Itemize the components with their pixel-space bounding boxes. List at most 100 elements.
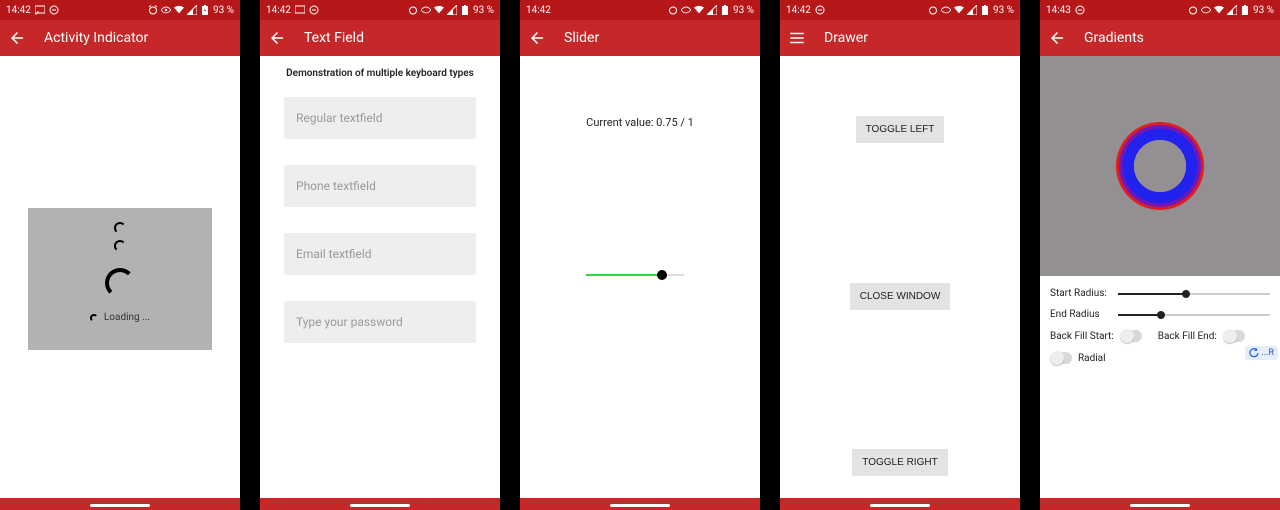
signal-icon bbox=[187, 5, 197, 15]
phone-textfield[interactable]: Phone textfield bbox=[284, 165, 476, 207]
dnd-icon bbox=[309, 5, 319, 15]
eye-icon bbox=[681, 5, 691, 15]
toggle-left-button[interactable]: TOGGLE LEFT bbox=[856, 116, 945, 143]
alarm-icon bbox=[668, 5, 678, 15]
nav-bar bbox=[1040, 498, 1280, 510]
battery-icon bbox=[980, 5, 990, 15]
back-fill-start-label: Back Fill Start: bbox=[1050, 331, 1114, 342]
app-bar: Drawer bbox=[780, 20, 1020, 56]
nav-pill[interactable] bbox=[870, 504, 930, 507]
slider-thumb[interactable] bbox=[1157, 311, 1165, 319]
battery-icon bbox=[460, 5, 470, 15]
wifi-icon bbox=[434, 5, 444, 15]
slider-thumb[interactable] bbox=[657, 270, 667, 280]
back-icon[interactable] bbox=[1048, 29, 1066, 47]
floating-tag[interactable]: ...R bbox=[1245, 346, 1278, 360]
nav-pill[interactable] bbox=[1130, 504, 1190, 507]
dnd-icon bbox=[1075, 5, 1085, 15]
dnd-icon bbox=[49, 5, 59, 15]
menu-icon[interactable] bbox=[788, 29, 806, 47]
refresh-icon bbox=[1249, 348, 1259, 358]
spinner-large-icon bbox=[105, 268, 135, 298]
slider-thumb[interactable] bbox=[1182, 290, 1190, 298]
screen-activity-indicator: 14:42 93 % Activity Indicator Loading ..… bbox=[0, 0, 240, 510]
start-radius-slider[interactable] bbox=[1118, 293, 1270, 295]
spinner-xs-icon bbox=[90, 314, 98, 322]
toggle-right-button[interactable]: TOGGLE RIGHT bbox=[852, 449, 947, 476]
back-fill-end-switch[interactable] bbox=[1223, 330, 1245, 342]
status-bar: 14:42 93 % bbox=[260, 0, 500, 20]
status-time: 14:42 bbox=[266, 5, 291, 16]
app-bar: Slider bbox=[520, 20, 760, 56]
back-icon[interactable] bbox=[528, 29, 546, 47]
slider[interactable] bbox=[586, 274, 684, 276]
battery-percent: 93 % bbox=[473, 5, 494, 16]
signal-icon bbox=[707, 5, 717, 15]
nav-bar bbox=[0, 498, 240, 510]
nav-bar bbox=[780, 498, 1020, 510]
page-title: Text Field bbox=[304, 30, 364, 46]
alarm-icon bbox=[408, 5, 418, 15]
status-bar: 14:42 93 % bbox=[0, 0, 240, 20]
battery-icon bbox=[1240, 5, 1250, 15]
signal-icon bbox=[447, 5, 457, 15]
placeholder: Regular textfield bbox=[296, 111, 382, 125]
eye-icon bbox=[421, 5, 431, 15]
subtitle: Demonstration of multiple keyboard types bbox=[260, 56, 500, 97]
gradient-ring bbox=[1116, 122, 1204, 210]
cast-icon bbox=[295, 5, 305, 15]
status-bar: 14:42 93 % bbox=[520, 0, 760, 20]
wifi-icon bbox=[1214, 5, 1224, 15]
dnd-icon bbox=[815, 5, 825, 15]
nav-pill[interactable] bbox=[610, 504, 670, 507]
end-radius-label: End Radius bbox=[1050, 309, 1110, 320]
page-title: Gradients bbox=[1084, 30, 1144, 46]
signal-icon bbox=[1227, 5, 1237, 15]
nav-pill[interactable] bbox=[350, 504, 410, 507]
nav-pill[interactable] bbox=[90, 504, 150, 507]
status-time: 14:43 bbox=[1046, 5, 1071, 16]
battery-percent: 93 % bbox=[213, 5, 234, 16]
placeholder: Phone textfield bbox=[296, 179, 376, 193]
status-time: 14:42 bbox=[786, 5, 811, 16]
activity-indicator-card: Loading ... bbox=[28, 208, 212, 350]
page-title: Drawer bbox=[824, 30, 868, 46]
screen-text-field: 14:42 93 % Text Field Demonstration of m… bbox=[260, 0, 500, 510]
status-time: 14:42 bbox=[6, 5, 31, 16]
end-radius-slider[interactable] bbox=[1118, 314, 1270, 316]
wifi-icon bbox=[694, 5, 704, 15]
screen-gradients: 14:43 93 % Gradients Start Radius: bbox=[1040, 0, 1280, 510]
password-textfield[interactable]: Type your password bbox=[284, 301, 476, 343]
page-title: Activity Indicator bbox=[44, 30, 148, 46]
eye-icon bbox=[1201, 5, 1211, 15]
battery-icon bbox=[720, 5, 730, 15]
battery-percent: 93 % bbox=[733, 5, 754, 16]
back-fill-start-switch[interactable] bbox=[1120, 330, 1142, 342]
close-window-button[interactable]: CLOSE WINDOW bbox=[850, 283, 951, 310]
status-bar: 14:42 93 % bbox=[780, 0, 1020, 20]
loading-text: Loading ... bbox=[104, 312, 150, 323]
email-textfield[interactable]: Email textfield bbox=[284, 233, 476, 275]
back-fill-end-label: Back Fill End: bbox=[1158, 331, 1217, 342]
spinner-small-icon bbox=[114, 222, 126, 234]
nav-bar bbox=[520, 498, 760, 510]
wifi-icon bbox=[954, 5, 964, 15]
app-bar: Gradients bbox=[1040, 20, 1280, 56]
regular-textfield[interactable]: Regular textfield bbox=[284, 97, 476, 139]
screen-drawer: 14:42 93 % Drawer TOGGLE LEFT CLOSE WIND… bbox=[780, 0, 1020, 510]
placeholder: Type your password bbox=[296, 315, 403, 329]
alarm-icon bbox=[1188, 5, 1198, 15]
nav-bar bbox=[260, 498, 500, 510]
start-radius-label: Start Radius: bbox=[1050, 288, 1110, 299]
battery-percent: 93 % bbox=[1253, 5, 1274, 16]
alarm-icon bbox=[928, 5, 938, 15]
back-icon[interactable] bbox=[268, 29, 286, 47]
status-time: 14:42 bbox=[526, 5, 551, 16]
radial-switch[interactable] bbox=[1050, 352, 1072, 364]
battery-percent: 93 % bbox=[993, 5, 1014, 16]
cast-icon bbox=[35, 5, 45, 15]
eye-icon bbox=[161, 5, 171, 15]
back-icon[interactable] bbox=[8, 29, 26, 47]
status-bar: 14:43 93 % bbox=[1040, 0, 1280, 20]
signal-icon bbox=[967, 5, 977, 15]
